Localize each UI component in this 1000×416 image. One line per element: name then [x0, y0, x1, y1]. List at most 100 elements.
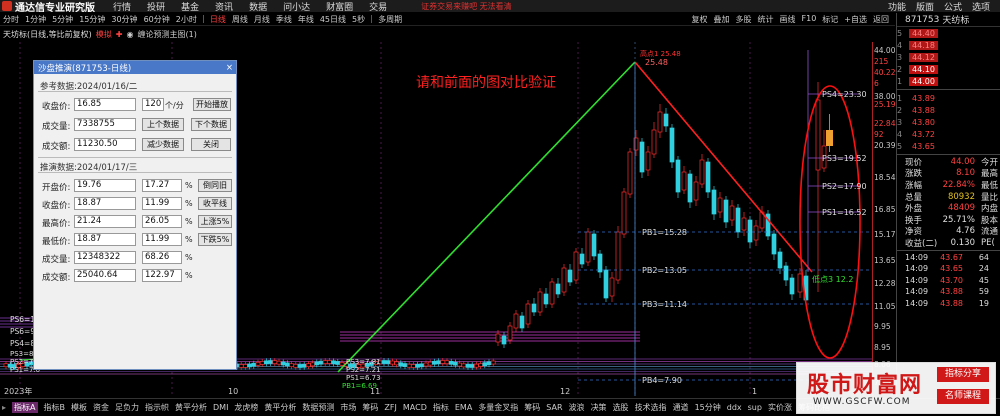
- sim-value-field[interactable]: 18.87: [74, 233, 136, 246]
- indicator-tab[interactable]: 多量金叉指: [478, 402, 518, 413]
- indicator-tab[interactable]: EMA: [455, 403, 472, 412]
- indicator-tab[interactable]: 数据预测: [302, 402, 334, 413]
- indicator-tab[interactable]: 指标B: [44, 402, 66, 413]
- next-data-button[interactable]: 下个数据: [191, 118, 231, 131]
- chart-tool-button[interactable]: 复权: [692, 14, 708, 25]
- pin-icon[interactable]: ✚: [116, 30, 123, 39]
- indicator-tab[interactable]: 市场: [340, 402, 356, 413]
- period-tab[interactable]: 5秒: [352, 14, 365, 25]
- eye-icon[interactable]: ◉: [127, 30, 134, 39]
- period-tab[interactable]: 日线: [210, 14, 226, 25]
- price-axis[interactable]: 44.00 215 40.22 6 38.00 25.19 22.84% 92 20.39 18.…: [872, 42, 903, 396]
- chart-tool-button[interactable]: F10: [802, 14, 817, 25]
- indicator-tab[interactable]: 指标: [433, 402, 449, 413]
- period-tab[interactable]: 多周期: [378, 14, 402, 25]
- indicator-tab[interactable]: sup: [748, 403, 762, 412]
- indicator-tab[interactable]: 龙虎榜: [234, 402, 258, 413]
- indicator-tab[interactable]: 黄平分析: [175, 402, 207, 413]
- indicator-tab[interactable]: 实价涨: [768, 402, 792, 413]
- prev-close-button[interactable]: 倒同旧: [198, 179, 232, 192]
- down-5pct-button[interactable]: 下跌5%: [198, 233, 232, 246]
- sim-value-field[interactable]: 25040.64: [74, 269, 136, 282]
- right-menu-item[interactable]: 版面: [916, 0, 934, 13]
- sim-pct-field[interactable]: 122.97: [142, 269, 182, 282]
- right-menu-item[interactable]: 公式: [944, 0, 962, 13]
- period-tab[interactable]: 季线: [276, 14, 292, 25]
- menu-item[interactable]: 财富圈: [326, 3, 353, 13]
- sim-pct-field[interactable]: 68.26: [142, 251, 182, 264]
- right-menu-item[interactable]: 功能: [888, 0, 906, 13]
- indicator-tab[interactable]: DMI: [213, 403, 228, 412]
- candle-body: [537, 291, 543, 313]
- indicator-tab[interactable]: 足负力: [115, 402, 139, 413]
- indicator-tab[interactable]: 波浪: [569, 402, 585, 413]
- sim-pct-field[interactable]: 11.99: [142, 197, 182, 210]
- indicator-tab[interactable]: 资金: [93, 402, 109, 413]
- menu-item[interactable]: 基金: [181, 3, 199, 13]
- up-5pct-button[interactable]: 上涨5%: [198, 215, 232, 228]
- indicator-tab[interactable]: 15分钟: [695, 402, 721, 413]
- ref-vol-field[interactable]: 7338755: [74, 118, 136, 131]
- indicator-tab[interactable]: 模板: [71, 402, 87, 413]
- close-flat-button[interactable]: 收平线: [198, 197, 232, 210]
- sim-value-field[interactable]: 18.87: [74, 197, 136, 210]
- indicator-tab[interactable]: 选股: [613, 402, 629, 413]
- sim-pct-field[interactable]: 26.05: [142, 215, 182, 228]
- right-menu-item[interactable]: 选项: [972, 0, 990, 13]
- menu-item[interactable]: 行情: [113, 3, 131, 13]
- period-tab[interactable]: 月线: [254, 14, 270, 25]
- indicator-tab[interactable]: 筹码: [362, 402, 378, 413]
- period-tab[interactable]: 45日线: [320, 14, 346, 25]
- period-tab[interactable]: 1分钟: [25, 14, 46, 25]
- indicator-tab[interactable]: MACD: [403, 403, 427, 412]
- period-tab[interactable]: 5分钟: [52, 14, 73, 25]
- indicator-tab[interactable]: 指标A: [12, 402, 38, 413]
- sim-pct-field[interactable]: 11.99: [142, 233, 182, 246]
- chart-tool-button[interactable]: 统计: [758, 14, 774, 25]
- period-tab[interactable]: 分时: [3, 14, 19, 25]
- menu-item[interactable]: 交易: [369, 3, 387, 13]
- indicator-tab[interactable]: ZFJ: [384, 403, 396, 412]
- sim-value-field[interactable]: 21.24: [74, 215, 136, 228]
- menu-item[interactable]: 资讯: [215, 3, 233, 13]
- play-button[interactable]: 开始播放: [193, 98, 231, 111]
- indicator-tab[interactable]: SAR: [546, 403, 562, 412]
- sim-value-field[interactable]: 19.76: [74, 179, 136, 192]
- close-button[interactable]: 关闭: [191, 138, 231, 151]
- indicator-name[interactable]: 天坊标(日线,等比前复权): [3, 29, 92, 40]
- period-tab[interactable]: 周线: [232, 14, 248, 25]
- chart-tool-button[interactable]: 叠加: [714, 14, 730, 25]
- indicator-extra[interactable]: 缠论预测主图(1): [137, 29, 196, 40]
- menu-item[interactable]: 问小达: [283, 3, 310, 13]
- chart-tool-button[interactable]: 多股: [736, 14, 752, 25]
- period-tab[interactable]: 30分钟: [111, 14, 137, 25]
- period-tab[interactable]: 年线: [298, 14, 314, 25]
- ref-amt-field[interactable]: 11230.50: [74, 138, 136, 151]
- chart-tool-button[interactable]: 画线: [780, 14, 796, 25]
- sim-value-field[interactable]: 12348322: [74, 251, 136, 264]
- chart-tool-button[interactable]: +自选: [844, 14, 867, 25]
- dialog-titlebar[interactable]: 沙盘推演(871753-日线) ×: [34, 61, 236, 74]
- indicator-tab[interactable]: 技术选指: [635, 402, 667, 413]
- period-tab[interactable]: 15分钟: [79, 14, 105, 25]
- close-icon[interactable]: ×: [226, 63, 233, 73]
- indicator-tab[interactable]: 决策: [591, 402, 607, 413]
- chart-tool-button[interactable]: 标记: [822, 14, 838, 25]
- ref-close-field[interactable]: 16.85: [74, 98, 136, 111]
- indicator-tab[interactable]: 指示帜: [145, 402, 169, 413]
- indicator-tab[interactable]: 黄平分析: [264, 402, 296, 413]
- speed-field[interactable]: 120: [142, 98, 164, 111]
- indicator-tab[interactable]: 通道: [673, 402, 689, 413]
- indicator-tab[interactable]: ddx: [727, 403, 742, 412]
- indicator-tab[interactable]: 筹码: [524, 402, 540, 413]
- period-tab[interactable]: 60分钟: [144, 14, 170, 25]
- indicator-mode[interactable]: 模拟: [96, 29, 112, 40]
- chart-tool-button[interactable]: 返回: [873, 14, 889, 25]
- tabs-prefix[interactable]: ▸: [2, 403, 6, 412]
- prev-data-button[interactable]: 上个数据: [142, 118, 184, 131]
- sim-pct-field[interactable]: 17.27: [142, 179, 182, 192]
- period-tab[interactable]: 2小时: [176, 14, 197, 25]
- menu-item[interactable]: 投研: [147, 3, 165, 13]
- reduce-data-button[interactable]: 减少数据: [142, 138, 184, 151]
- menu-item[interactable]: 数据: [249, 3, 267, 13]
